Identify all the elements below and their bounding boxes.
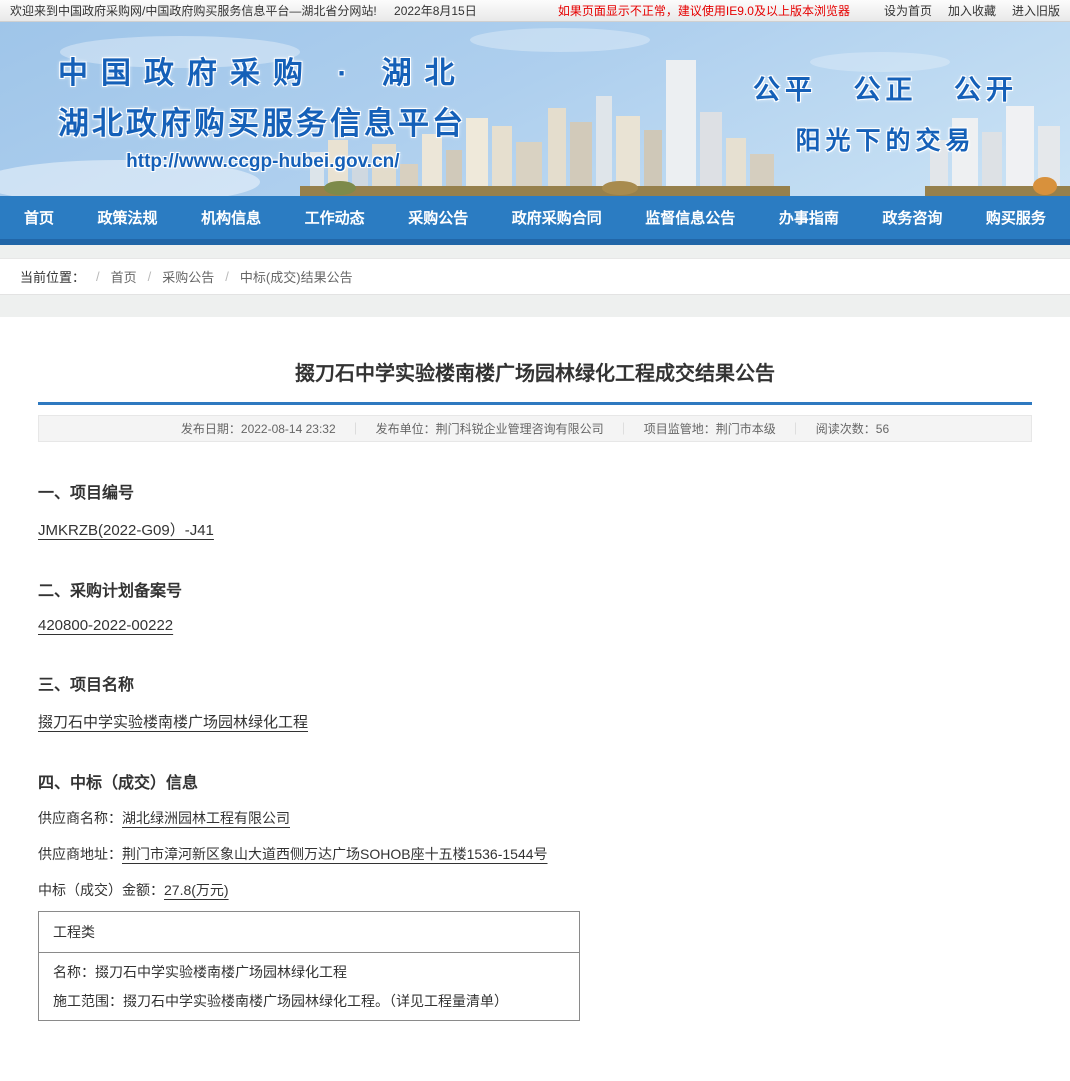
old-version-link[interactable]: 进入旧版 bbox=[1012, 2, 1060, 19]
browser-warning-text: 如果页面显示不正常，建议使用IE9.0及以上版本浏览器 bbox=[558, 2, 850, 19]
publish-date-label: 发布日期： bbox=[181, 420, 241, 437]
current-date: 2022年8月15日 bbox=[394, 4, 477, 18]
site-banner: 中国政府采购 · 湖北 湖北政府购买服务信息平台 http://www.ccgp… bbox=[0, 22, 1070, 196]
page-gap bbox=[0, 245, 1070, 258]
title-rule bbox=[38, 402, 1032, 405]
site-url-text: http://www.ccgp-hubei.gov.cn/ bbox=[58, 151, 468, 173]
award-detail-table: 工程类 名称：掇刀石中学实验楼南楼广场园林绿化工程 施工范围：掇刀石中学实验楼南… bbox=[38, 911, 580, 1021]
page-gap bbox=[0, 295, 1070, 317]
top-utility-bar: 欢迎来到中国政府采购网/中国政府购买服务信息平台—湖北省分网站! 2022年8月… bbox=[0, 0, 1070, 22]
views-value: 56 bbox=[876, 422, 889, 436]
publisher-value: 荆门科锐企业管理咨询有限公司 bbox=[436, 420, 604, 437]
slogan-line2: 阳光下的交易 bbox=[753, 121, 1018, 157]
breadcrumb-separator: / bbox=[96, 269, 100, 284]
article-content: 掇刀石中学实验楼南楼广场园林绿化工程成交结果公告 发布日期： 2022-08-1… bbox=[0, 317, 1070, 1081]
table-header-category: 工程类 bbox=[39, 912, 580, 953]
meta-separator: ｜ bbox=[618, 420, 630, 437]
nav-item-contracts[interactable]: 政府采购合同 bbox=[512, 207, 602, 228]
supplier-address-value: 荆门市漳河新区象山大道西侧万达广场SOHOB座十五楼1536-1544号 bbox=[122, 846, 548, 862]
table-row: 名称：掇刀石中学实验楼南楼广场园林绿化工程 施工范围：掇刀石中学实验楼南楼广场园… bbox=[39, 953, 580, 1021]
nav-item-org-info[interactable]: 机构信息 bbox=[201, 207, 261, 228]
supplier-name-value: 湖北绿洲园林工程有限公司 bbox=[122, 810, 290, 826]
nav-item-policies[interactable]: 政策法规 bbox=[98, 207, 158, 228]
views-label: 阅读次数： bbox=[816, 420, 876, 437]
meta-separator: ｜ bbox=[790, 420, 802, 437]
nav-item-supervision-notices[interactable]: 监督信息公告 bbox=[645, 207, 735, 228]
welcome-text: 欢迎来到中国政府采购网/中国政府购买服务信息平台—湖北省分网站! bbox=[10, 4, 377, 18]
set-homepage-link[interactable]: 设为首页 bbox=[884, 2, 932, 19]
publisher-label: 发布单位： bbox=[376, 420, 436, 437]
breadcrumb: 当前位置： / 首页 / 采购公告 / 中标(成交)结果公告 bbox=[0, 258, 1070, 295]
table-row: 工程类 bbox=[39, 912, 580, 953]
main-nav: 首页 政策法规 机构信息 工作动态 采购公告 政府采购合同 监督信息公告 办事指… bbox=[0, 196, 1070, 239]
nav-item-procurement-notices[interactable]: 采购公告 bbox=[408, 207, 468, 228]
breadcrumb-procurement-notices[interactable]: 采购公告 bbox=[162, 267, 214, 286]
table-project-name-line: 名称：掇刀石中学实验楼南楼广场园林绿化工程 bbox=[53, 963, 565, 981]
nav-item-service-guide[interactable]: 办事指南 bbox=[779, 207, 839, 228]
section-heading-project-name: 三、项目名称 bbox=[38, 671, 1032, 695]
award-amount-value: 27.8(万元) bbox=[164, 882, 229, 898]
page-title: 掇刀石中学实验楼南楼广场园林绿化工程成交结果公告 bbox=[38, 317, 1032, 386]
region-label: 项目监管地： bbox=[644, 420, 716, 437]
section-heading-award-info: 四、中标（成交）信息 bbox=[38, 769, 1032, 793]
welcome-text-group: 欢迎来到中国政府采购网/中国政府购买服务信息平台—湖北省分网站! 2022年8月… bbox=[10, 2, 491, 19]
article-meta-bar: 发布日期： 2022-08-14 23:32 ｜ 发布单位： 荆门科锐企业管理咨… bbox=[38, 415, 1032, 442]
section-heading-plan-record-number: 二、采购计划备案号 bbox=[38, 577, 1032, 601]
table-work-scope-line: 施工范围：掇刀石中学实验楼南楼广场园林绿化工程。（详见工程量清单） bbox=[53, 992, 565, 1010]
supplier-name-label: 供应商名称： bbox=[38, 810, 122, 826]
breadcrumb-separator: / bbox=[148, 269, 152, 284]
breadcrumb-label: 当前位置： bbox=[20, 267, 85, 286]
project-number-value: JMKRZB(2022-G09）-J41 bbox=[38, 519, 1032, 540]
nav-item-gov-consulting[interactable]: 政务咨询 bbox=[882, 207, 942, 228]
banner-slogan: 公平 公正 公开 阳光下的交易 bbox=[753, 68, 1018, 157]
breadcrumb-separator: / bbox=[225, 269, 229, 284]
nav-item-work-news[interactable]: 工作动态 bbox=[305, 207, 365, 228]
publish-date-value: 2022-08-14 23:32 bbox=[241, 422, 336, 436]
supplier-address-row: 供应商地址：荆门市漳河新区象山大道西侧万达广场SOHOB座十五楼1536-154… bbox=[38, 843, 1032, 865]
project-name-value: 掇刀石中学实验楼南楼广场园林绿化工程 bbox=[38, 711, 1032, 732]
section-heading-project-number: 一、项目编号 bbox=[38, 479, 1032, 503]
nav-item-purchase-services[interactable]: 购买服务 bbox=[986, 207, 1046, 228]
breadcrumb-home[interactable]: 首页 bbox=[111, 267, 137, 286]
slogan-line1: 公平 公正 公开 bbox=[753, 68, 1018, 107]
supplier-address-label: 供应商地址： bbox=[38, 846, 122, 862]
site-title-line2: 湖北政府购买服务信息平台 bbox=[58, 98, 468, 143]
meta-separator: ｜ bbox=[350, 420, 362, 437]
plan-record-number-value: 420800-2022-00222 bbox=[38, 617, 1032, 634]
supplier-name-row: 供应商名称：湖北绿洲园林工程有限公司 bbox=[38, 807, 1032, 829]
nav-item-home[interactable]: 首页 bbox=[24, 207, 54, 228]
breadcrumb-result-notices: 中标(成交)结果公告 bbox=[240, 267, 353, 286]
region-value: 荆门市本级 bbox=[716, 420, 776, 437]
award-amount-label: 中标（成交）金额： bbox=[38, 882, 164, 898]
award-amount-row: 中标（成交）金额：27.8(万元) bbox=[38, 879, 1032, 901]
site-title-line1: 中国政府采购 · 湖北 bbox=[58, 48, 468, 92]
site-logo-text: 中国政府采购 · 湖北 湖北政府购买服务信息平台 http://www.ccgp… bbox=[58, 48, 468, 173]
add-favorite-link[interactable]: 加入收藏 bbox=[948, 2, 996, 19]
